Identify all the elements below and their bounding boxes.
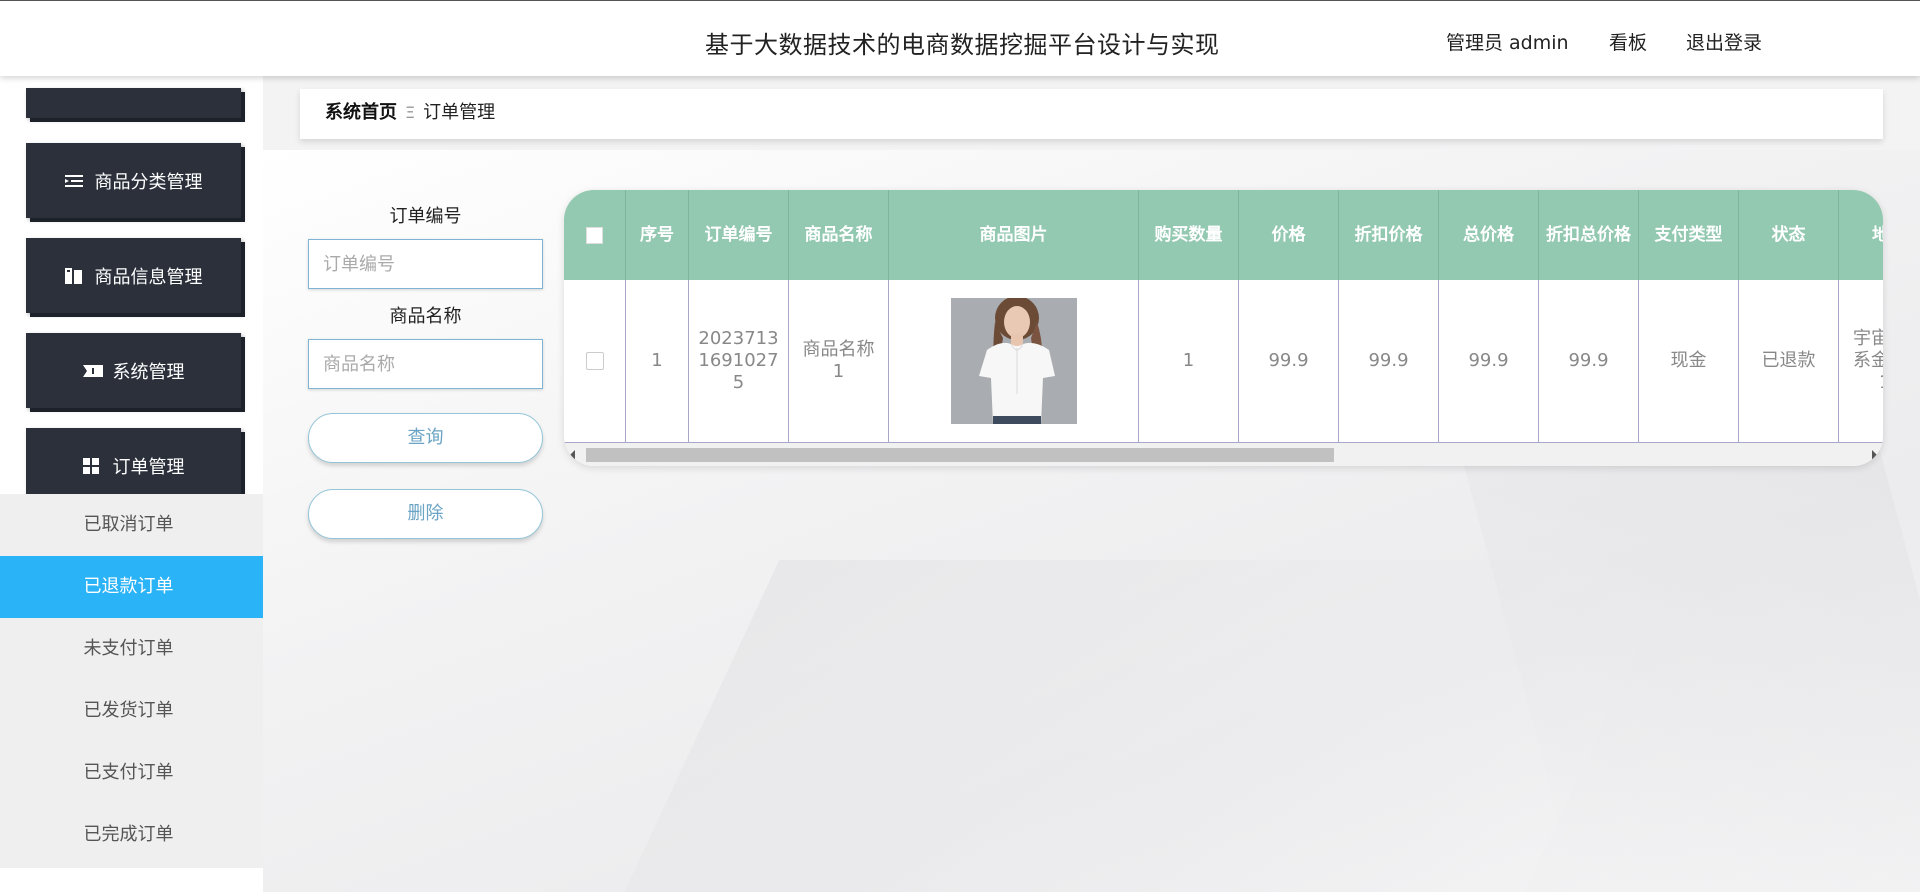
breadcrumb-separator-icon: Ξ [405, 103, 416, 122]
order-no-line: 1691027 [698, 350, 779, 371]
delete-button[interactable]: 删除 [308, 489, 543, 539]
column-header[interactable]: 折扣价格 [1339, 190, 1439, 280]
scroll-left-arrow-icon[interactable] [570, 450, 575, 460]
column-header[interactable]: 序号 [626, 190, 689, 280]
submenu-refunded-orders[interactable]: 已退款订单 [0, 556, 263, 618]
column-header[interactable]: 总价格 [1439, 190, 1539, 280]
order-no-label: 订单编号 [389, 206, 462, 227]
top-header: 基于大数据技术的电商数据挖掘平台设计与实现 管理员 admin 看板 退出登录 [0, 0, 1920, 76]
cell-discount-total: 99.9 [1539, 280, 1639, 443]
sidebar-item-system[interactable]: 系统管理 [26, 333, 241, 408]
cell-status: 已退款 [1739, 280, 1839, 443]
breadcrumb: 系统首页 Ξ 订单管理 [300, 89, 1883, 139]
sidebar-item-product[interactable]: 商品信息管理 [26, 238, 241, 313]
cell-product-name: 商品名称 1 [789, 280, 889, 443]
order-no-line: 5 [732, 372, 745, 393]
column-header[interactable]: 状态 [1739, 190, 1839, 280]
sidebar: 商品分类管理 商品信息管理 系统管理 订单管理 已取消订单 已退款订单 未支付订… [0, 76, 263, 892]
order-no-line: 2023713 [698, 328, 779, 349]
column-header[interactable]: 支付类型 [1639, 190, 1739, 280]
column-header[interactable]: 价格 [1239, 190, 1339, 280]
cell-price: 99.9 [1239, 280, 1339, 443]
column-header[interactable]: 商品名称 [789, 190, 889, 280]
product-name-label: 商品名称 [389, 306, 462, 327]
column-header[interactable]: 订单编号 [689, 190, 789, 280]
sidebar-item-label: 系统管理 [112, 361, 185, 383]
horizontal-scrollbar[interactable] [564, 443, 1883, 466]
submenu-shipped-orders[interactable]: 已发货订单 [0, 680, 263, 742]
column-header[interactable]: 地 [1839, 190, 1883, 280]
submenu-unpaid-orders[interactable]: 未支付订单 [0, 618, 263, 680]
column-header[interactable]: 折扣总价格 [1539, 190, 1639, 280]
cell-product-image [889, 280, 1139, 443]
cell-total-price: 99.9 [1439, 280, 1539, 443]
submenu-paid-orders[interactable]: 已支付订单 [0, 742, 263, 804]
sidebar-item-label: 订单管理 [112, 456, 185, 478]
scrollbar-thumb[interactable] [586, 448, 1334, 462]
cell-discount-price: 99.9 [1339, 280, 1439, 443]
book-icon [64, 267, 83, 284]
select-all-cell [564, 190, 626, 280]
site-title: 基于大数据技术的电商数据挖掘平台设计与实现 [705, 31, 1220, 59]
select-all-checkbox[interactable] [586, 226, 603, 244]
breadcrumb-current: 订单管理 [423, 102, 496, 123]
product-name-line: 1 [832, 361, 845, 382]
order-submenu: 已取消订单 已退款订单 未支付订单 已发货订单 已支付订单 已完成订单 [0, 494, 263, 868]
admin-user-label: 管理员 admin [1446, 32, 1569, 54]
cell-quantity: 1 [1139, 280, 1239, 443]
product-name-input[interactable] [308, 339, 543, 389]
row-checkbox[interactable] [585, 352, 604, 370]
sidebar-item-label: 商品分类管理 [94, 171, 203, 193]
cell-address: 宇宙 系金 1 [1839, 280, 1883, 443]
sidebar-item-label: 商品信息管理 [94, 266, 203, 288]
cell-index: 1 [626, 280, 689, 443]
cell-pay-type: 现金 [1639, 280, 1739, 443]
scroll-right-arrow-icon[interactable] [1872, 450, 1877, 460]
column-header[interactable]: 购买数量 [1139, 190, 1239, 280]
sidebar-item-category[interactable]: 商品分类管理 [26, 143, 241, 218]
address-line: 1 [1853, 372, 1883, 394]
background-shape [620, 560, 1680, 892]
product-name-line: 商品名称 [802, 339, 875, 360]
sidebar-menu-partial[interactable] [26, 88, 241, 118]
submenu-completed-orders[interactable]: 已完成订单 [0, 804, 263, 866]
list-icon [64, 173, 83, 189]
address-line: 系金 [1853, 350, 1883, 371]
column-header[interactable]: 商品图片 [889, 190, 1139, 280]
ticket-icon [82, 363, 103, 379]
query-button[interactable]: 查询 [308, 413, 543, 463]
product-image[interactable] [950, 298, 1077, 424]
table-header: 序号 订单编号 商品名称 商品图片 购买数量 价格 折扣价格 总价格 折扣总价格… [564, 190, 1883, 280]
breadcrumb-home[interactable]: 系统首页 [325, 102, 397, 123]
address-line: 宇宙 [1853, 328, 1883, 349]
dashboard-link[interactable]: 看板 [1609, 28, 1647, 55]
order-no-input[interactable] [308, 239, 543, 289]
grid-icon [82, 457, 101, 474]
logout-link[interactable]: 退出登录 [1686, 28, 1762, 55]
sidebar-item-orders[interactable]: 订单管理 [26, 428, 241, 503]
row-select-cell [564, 280, 626, 443]
orders-table: 序号 订单编号 商品名称 商品图片 购买数量 价格 折扣价格 总价格 折扣总价格… [564, 190, 1883, 466]
submenu-cancelled-orders[interactable]: 已取消订单 [0, 494, 263, 556]
cell-order-no: 2023713 1691027 5 [689, 280, 789, 443]
